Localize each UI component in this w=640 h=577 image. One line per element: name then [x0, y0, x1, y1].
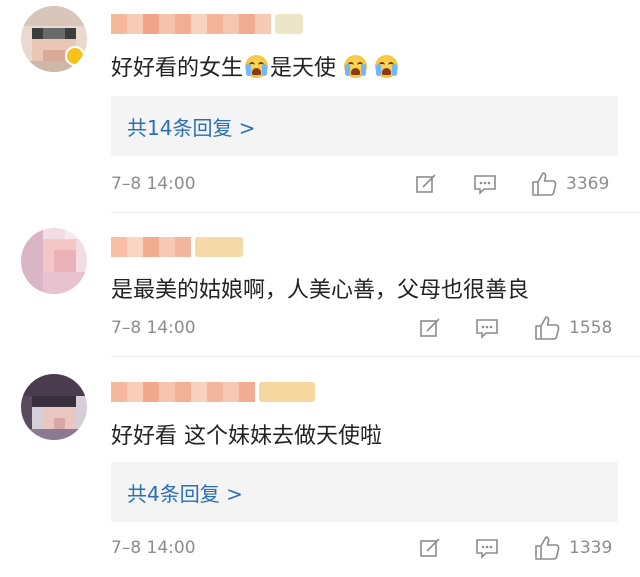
level-badge-icon: [259, 382, 315, 402]
comment-text: 是最美的姑娘啊，人美心善，父母也很善良: [111, 278, 530, 303]
avatar[interactable]: [21, 228, 87, 294]
repost-icon[interactable]: [418, 536, 442, 560]
comment-time: 7–8 14:00: [111, 538, 196, 558]
comment-text: 好好看 这个妹妹去做天使啦: [111, 424, 382, 449]
comment-item: 是最美的姑娘啊，人美心善，父母也很善良 7–8 14:00 1558: [0, 212, 640, 356]
comment-icon[interactable]: [472, 172, 498, 196]
comment-meta-bar: 7–8 14:00 1558: [0, 314, 640, 344]
avatar[interactable]: [21, 374, 87, 440]
like-count: 1339: [569, 538, 613, 558]
comment-meta-bar: 7–8 14:00 1339: [0, 534, 640, 564]
crying-emoji-icon: [375, 55, 399, 78]
comment-icon[interactable]: [474, 316, 500, 340]
thumbs-up-icon[interactable]: [530, 170, 558, 198]
comment-time: 7–8 14:00: [111, 174, 196, 194]
thumbs-up-icon[interactable]: [533, 314, 561, 342]
level-badge-icon: [195, 237, 243, 257]
comment-item: 好好看的女生 是天使 共14条回复 > 7–8 14:00 3369: [0, 0, 640, 212]
replies-link[interactable]: 共4条回复 >: [111, 462, 618, 522]
comment-icon[interactable]: [474, 536, 500, 560]
avatar[interactable]: [21, 6, 87, 72]
thumbs-up-icon[interactable]: [533, 534, 561, 562]
comment-item: 好好看 这个妹妹去做天使啦 共4条回复 > 7–8 14:00 1339: [0, 356, 640, 577]
replies-label: 共4条回复 >: [127, 482, 243, 506]
crying-emoji-icon: [245, 55, 269, 78]
comment-time: 7–8 14:00: [111, 318, 196, 338]
blurred-avatar-image: [21, 228, 87, 294]
repost-icon[interactable]: [418, 316, 442, 340]
blurred-avatar-image: [21, 374, 87, 440]
comment-text-part: 好好看的女生: [111, 56, 244, 81]
comment-meta-bar: 7–8 14:00 3369: [0, 170, 640, 200]
comment-text: 好好看的女生 是天使: [111, 50, 400, 82]
replies-label: 共14条回复 >: [127, 116, 256, 140]
crying-emoji-icon: [344, 55, 368, 78]
verified-badge-icon: [65, 46, 85, 66]
like-count: 3369: [566, 174, 610, 194]
comment-text-part: 是天使: [270, 56, 337, 81]
level-badge-icon: [275, 14, 303, 34]
like-count: 1558: [569, 318, 613, 338]
replies-link[interactable]: 共14条回复 >: [111, 96, 618, 156]
repost-icon[interactable]: [414, 172, 438, 196]
